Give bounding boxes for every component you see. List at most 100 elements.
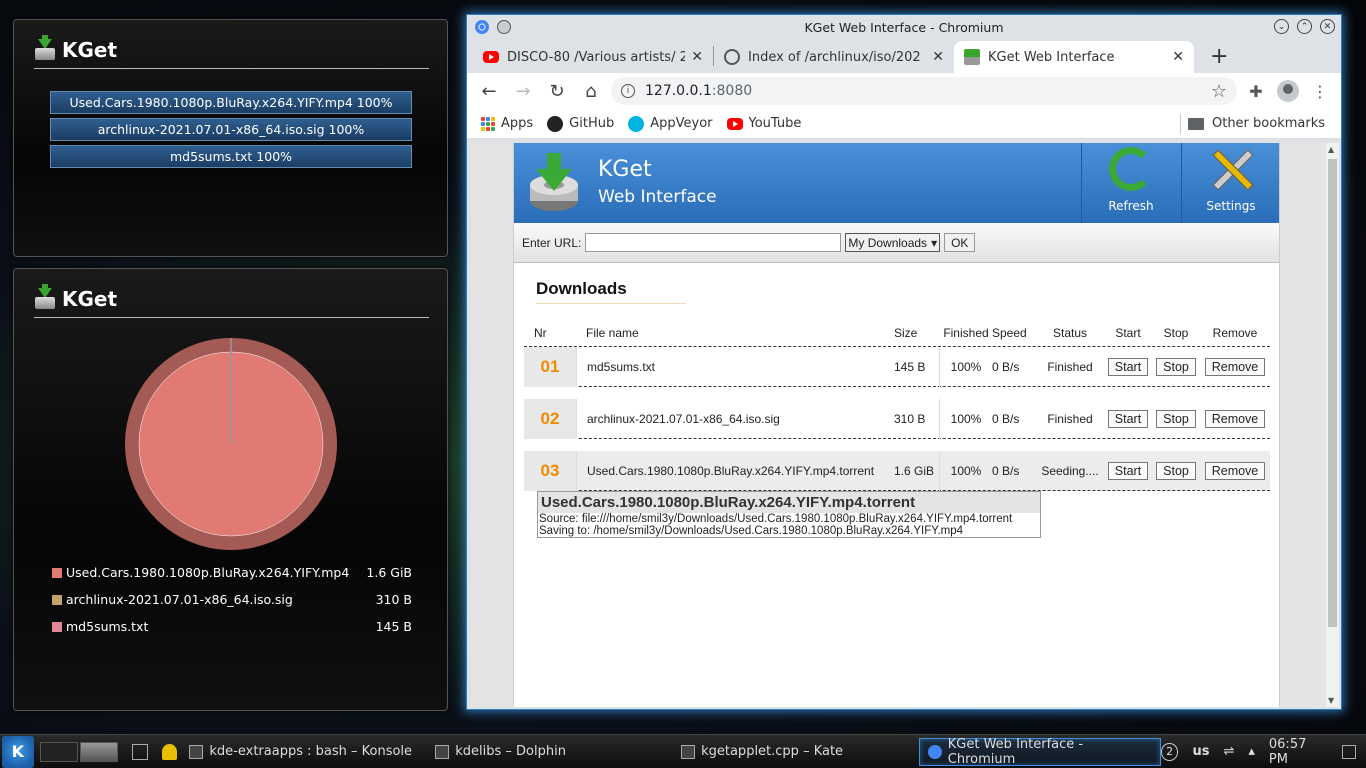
window-menu-icon[interactable] (497, 20, 511, 34)
row-finished: 100% (950, 359, 982, 374)
application-launcher-icon[interactable]: K (2, 735, 34, 768)
maximize-icon[interactable]: ⌃ (1297, 19, 1312, 34)
apps-grid-icon (481, 116, 495, 131)
new-tab-icon[interactable]: + (1210, 44, 1228, 69)
start-button[interactable]: Start (1107, 461, 1149, 480)
tab-youtube[interactable]: DISCO-80 /Various artists/ 2 ✕ (473, 41, 713, 73)
transfer-bar[interactable]: Used.Cars.1980.1080p.BluRay.x264.YIFY.mp… (50, 91, 412, 114)
refresh-icon (1109, 147, 1153, 191)
youtube-icon (726, 117, 743, 130)
tab-archlinux-index[interactable]: Index of /archlinux/iso/202 ✕ (714, 41, 954, 73)
bookmark-appveyor[interactable]: AppVeyor (628, 115, 713, 132)
reload-icon[interactable]: ↻ (543, 77, 571, 105)
tab-close-icon[interactable]: ✕ (691, 49, 703, 65)
keyboard-layout[interactable]: us (1192, 744, 1209, 759)
transfer-tooltip: Used.Cars.1980.1080p.BluRay.x264.YIFY.mp… (537, 491, 1041, 538)
bookmark-youtube[interactable]: YouTube (726, 116, 802, 131)
ok-button[interactable]: OK (944, 233, 976, 252)
table-row: 02 archlinux-2021.07.01-x86_64.iso.sig 3… (524, 398, 1270, 439)
page-scrollbar[interactable]: ▲ ▼ (1326, 143, 1339, 707)
chevron-down-icon: ▾ (931, 235, 938, 250)
kget-icon (34, 284, 56, 310)
header-subtitle: Web Interface (598, 187, 717, 207)
task-dolphin[interactable]: kdelibs – Dolphin (427, 738, 669, 766)
back-icon[interactable]: ← (475, 77, 503, 105)
task-konsole[interactable]: kde-extraapps : bash – Konsole (181, 738, 423, 766)
network-icon[interactable]: ⇌ (1223, 744, 1234, 759)
bookmark-github[interactable]: GitHub (547, 115, 614, 132)
transfer-bar[interactable]: archlinux-2021.07.01-x86_64.iso.sig 100% (50, 118, 412, 141)
address-port: :8080 (711, 83, 753, 99)
pager-desktop[interactable] (79, 741, 118, 762)
kget-web-page: KGet Web Interface Refresh Settings Ente… (513, 143, 1280, 707)
other-bookmarks[interactable]: Other bookmarks (1187, 116, 1325, 131)
refresh-button[interactable]: Refresh (1081, 143, 1180, 223)
settings-tools-icon (1209, 147, 1253, 191)
column-header: File name (586, 325, 639, 340)
legend-name: md5sums.txt (66, 619, 149, 634)
task-chromium[interactable]: KGet Web Interface - Chromium (918, 737, 1161, 767)
site-info-icon[interactable]: i (621, 84, 635, 98)
start-button[interactable]: Start (1107, 357, 1149, 376)
destination-select[interactable]: My Downloads ▾ (845, 233, 941, 252)
panel-toolbox-icon[interactable] (1342, 744, 1357, 759)
tray-expand-icon[interactable]: ▴ (1248, 744, 1255, 759)
legend-size: 310 B (375, 592, 412, 607)
stop-button[interactable]: Stop (1156, 461, 1196, 480)
tab-strip: DISCO-80 /Various artists/ 2 ✕ Index of … (467, 39, 1341, 73)
task-kate[interactable]: kgetapplet.cpp – Kate (673, 738, 915, 766)
chromium-icon[interactable] (475, 20, 489, 34)
address-url[interactable]: 127.0.0.1:8080 (645, 83, 1201, 99)
clock[interactable]: 06:57 PM (1269, 737, 1328, 767)
transfer-bar-list: Used.Cars.1980.1080p.BluRay.x264.YIFY.mp… (50, 91, 447, 168)
extensions-icon[interactable]: ✚ (1243, 78, 1269, 104)
menu-kebab-icon[interactable]: ⋮ (1307, 78, 1333, 104)
table-row[interactable]: 03 Used.Cars.1980.1080p.BluRay.x264.YIFY… (524, 450, 1270, 491)
profile-icon[interactable] (1275, 78, 1301, 104)
tab-close-icon[interactable]: ✕ (1172, 49, 1184, 65)
kget-applet-pie: KGet Used.Cars.1980.1080p.BluRay.x264.YI… (13, 268, 448, 711)
applet-title-text: KGet (62, 38, 118, 62)
taskbar: K kde-extraapps : bash – Konsole kdelibs… (0, 734, 1366, 768)
row-speed: 0 B/s (992, 463, 1020, 478)
scroll-up-icon[interactable]: ▲ (1328, 145, 1334, 154)
stop-button[interactable]: Stop (1156, 357, 1196, 376)
pie-legend: Used.Cars.1980.1080p.BluRay.x264.YIFY.mp… (52, 559, 412, 640)
remove-button[interactable]: Remove (1204, 409, 1266, 428)
close-icon[interactable]: ✕ (1320, 19, 1335, 34)
stop-button[interactable]: Stop (1156, 409, 1196, 428)
pager-desktop[interactable] (39, 741, 78, 762)
scroll-down-icon[interactable]: ▼ (1328, 696, 1334, 705)
task-label: kgetapplet.cpp – Kate (701, 744, 844, 759)
row-filename: Used.Cars.1980.1080p.BluRay.x264.YIFY.mp… (576, 450, 894, 491)
minimize-icon[interactable]: ⌄ (1274, 19, 1289, 34)
row-status: Finished (1047, 359, 1093, 374)
tab-kget-web-interface[interactable]: KGet Web Interface ✕ (954, 41, 1194, 73)
transfer-bar[interactable]: md5sums.txt 100% (50, 145, 412, 168)
legend-size: 1.6 GiB (366, 565, 412, 580)
applet-title-text: KGet (62, 287, 118, 311)
tab-close-icon[interactable]: ✕ (932, 49, 944, 65)
remove-button[interactable]: Remove (1204, 461, 1266, 480)
row-status: Seeding.... (1041, 463, 1099, 478)
url-input[interactable] (585, 233, 842, 252)
remove-button[interactable]: Remove (1204, 357, 1266, 376)
settings-button[interactable]: Settings (1181, 143, 1280, 223)
start-button[interactable]: Start (1107, 409, 1149, 428)
show-desktop-icon[interactable] (131, 743, 148, 760)
dolphin-icon (435, 744, 450, 759)
bookmark-label: AppVeyor (650, 116, 713, 131)
bookmark-star-icon[interactable]: ☆ (1211, 81, 1227, 102)
address-bar[interactable]: i 127.0.0.1:8080 ☆ (611, 77, 1237, 105)
forward-icon[interactable]: → (509, 77, 537, 105)
appveyor-icon (628, 115, 645, 132)
bookmark-label: YouTube (748, 116, 802, 131)
home-icon[interactable]: ⌂ (577, 77, 605, 105)
scroll-thumb[interactable] (1328, 159, 1337, 627)
notes-icon[interactable] (161, 743, 178, 760)
pie-chart-svg (125, 338, 337, 550)
window-titlebar[interactable]: KGet Web Interface - Chromium ⌄ ⌃ ✕ (467, 15, 1341, 39)
bookmark-apps[interactable]: Apps (481, 116, 533, 131)
desktop-number-badge[interactable]: 2 (1160, 742, 1179, 761)
kget-icon (34, 35, 56, 61)
